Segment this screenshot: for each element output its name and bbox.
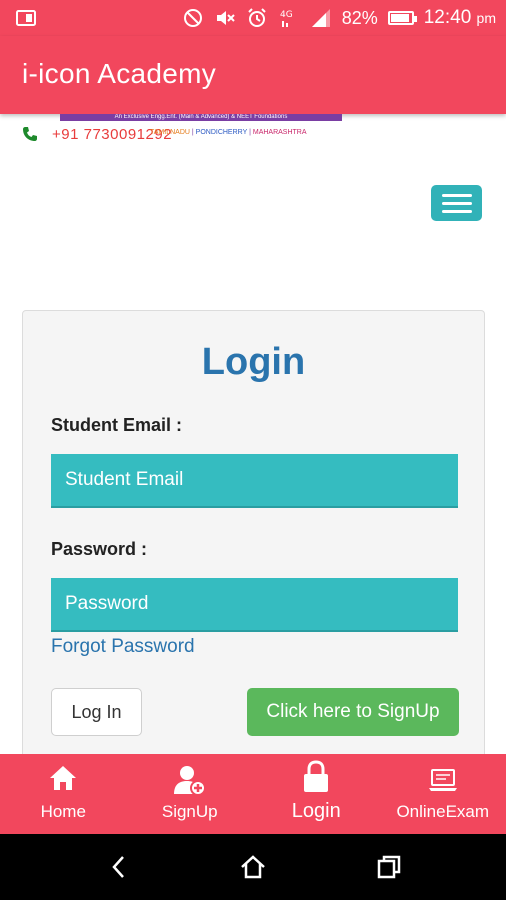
nav-item-signup[interactable]: SignUp [127, 754, 254, 834]
place-tamilnadu: TAMILNADU [150, 129, 190, 136]
svg-text:4G: 4G [280, 10, 293, 20]
status-bar: 4G 82% 12:40 pm [0, 0, 506, 36]
signup-button[interactable]: Click here to SignUp [247, 688, 459, 736]
back-icon[interactable] [104, 852, 134, 882]
menu-button[interactable] [431, 185, 482, 221]
nav-label: Home [40, 802, 86, 821]
clock-suffix: pm [476, 10, 496, 26]
login-heading: Login [201, 341, 306, 383]
nav-label: OnlineExam [396, 802, 490, 821]
nav-label: SignUp [161, 802, 218, 821]
home-icon [50, 766, 77, 790]
banner-tagline: An Exclusive Engg.Ent. (Main & Advanced)… [60, 114, 342, 121]
header-banner: An Exclusive Engg.Ent. (Main & Advanced)… [0, 114, 506, 154]
battery-percent: 82% [341, 7, 378, 28]
place-maharashtra: MAHARASHTRA [252, 129, 307, 136]
forgot-password-link[interactable]: Forgot Password [51, 636, 195, 658]
signal-icon [311, 9, 330, 27]
mute-icon [216, 11, 235, 25]
4g-icon: 4G [280, 10, 293, 27]
password-field[interactable] [51, 578, 458, 632]
add-user-icon [173, 766, 206, 796]
menu-line [441, 209, 472, 213]
app-bar: i-icon Academy [0, 36, 506, 114]
cast-icon [16, 10, 36, 26]
banner-places: TAMILNADU | PONDICHERRY | MAHARASHTRA [150, 129, 307, 136]
phone-icon [23, 127, 37, 141]
password-label: Password : [51, 539, 148, 559]
home-nav-icon[interactable] [238, 852, 268, 882]
app-title: i-icon Academy [22, 58, 217, 89]
email-field[interactable] [51, 454, 458, 508]
lock-icon [304, 760, 329, 792]
recents-icon[interactable] [374, 852, 404, 882]
do-not-disturb-icon [183, 9, 202, 27]
nav-item-home[interactable]: Home [0, 754, 127, 834]
email-label: Student Email : [51, 415, 183, 435]
clock-time: 12:40 [423, 7, 472, 28]
system-nav-bar [0, 834, 506, 900]
menu-line [441, 201, 472, 205]
bottom-nav: Home SignUp Login OnlineExam [0, 754, 506, 834]
place-pondicherry: PONDICHERRY [195, 129, 248, 136]
alarm-icon [247, 8, 266, 27]
login-card: Login Student Email : Password : Forgot … [22, 310, 485, 770]
clock: 12:40 pm [424, 7, 496, 29]
nav-item-login[interactable]: Login [253, 754, 380, 834]
menu-line [441, 193, 472, 197]
battery-icon [387, 11, 417, 25]
login-button[interactable]: Log In [51, 688, 142, 736]
nav-label: Login [291, 800, 341, 822]
laptop-icon [428, 769, 457, 791]
nav-item-onlineexam[interactable]: OnlineExam [380, 754, 506, 834]
